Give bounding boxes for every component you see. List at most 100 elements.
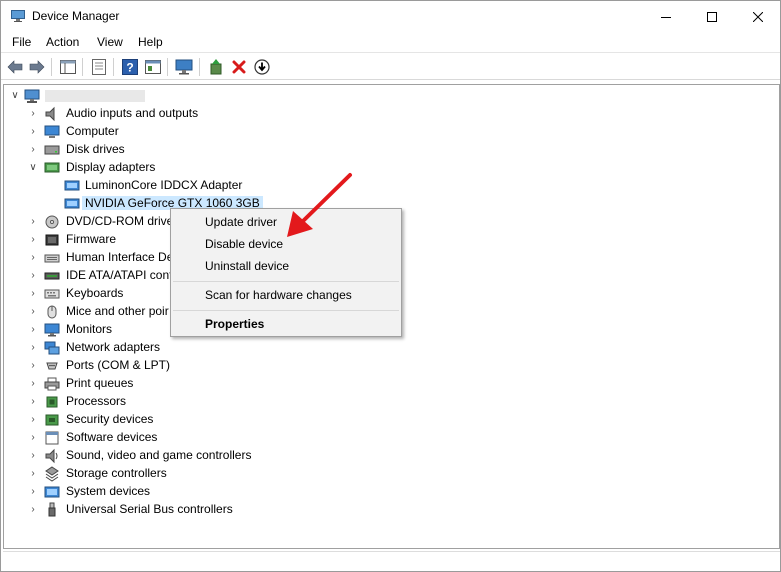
- menu-help[interactable]: Help: [138, 35, 163, 49]
- menu-separator: [173, 310, 399, 311]
- tree-category-system[interactable]: › System devices: [4, 483, 704, 501]
- port-icon: [46, 362, 58, 370]
- display-adapter-icon: [44, 162, 60, 173]
- computer-icon: [44, 125, 60, 138]
- menu-item-update-driver[interactable]: Update driver: [205, 215, 277, 229]
- tree-label: Firmware: [66, 232, 116, 246]
- tree-category-security[interactable]: › Security devices: [4, 411, 704, 429]
- expand-chevron-icon[interactable]: ›: [28, 396, 38, 408]
- back-icon: [7, 60, 23, 74]
- minimize-button[interactable]: [643, 1, 689, 32]
- menu-action[interactable]: Action: [46, 35, 79, 49]
- network-icon: [44, 341, 60, 355]
- show-hide-console-button[interactable]: [58, 57, 78, 77]
- close-button[interactable]: [735, 1, 781, 32]
- speaker-icon: [45, 448, 58, 464]
- expand-chevron-icon[interactable]: ›: [28, 108, 38, 120]
- title-bar: Device Manager: [1, 1, 780, 32]
- expand-chevron-icon[interactable]: ›: [28, 432, 38, 444]
- tree-label: Disk drives: [66, 142, 125, 156]
- expand-chevron-icon[interactable]: ›: [28, 342, 38, 354]
- system-icon: [44, 486, 60, 498]
- update-driver-icon: [210, 59, 222, 75]
- properties-button[interactable]: [89, 57, 109, 77]
- monitor-icon: [44, 323, 60, 337]
- expand-chevron-icon[interactable]: ›: [28, 252, 38, 264]
- menu-item-disable-device[interactable]: Disable device: [205, 237, 283, 251]
- expand-chevron-icon[interactable]: ›: [28, 324, 38, 336]
- update-driver-button[interactable]: [206, 57, 226, 77]
- menu-item-uninstall-device[interactable]: Uninstall device: [205, 259, 289, 273]
- tree-label: Audio inputs and outputs: [66, 106, 199, 120]
- mouse-icon: [47, 305, 57, 319]
- tree-category-print-queues[interactable]: › Print queues: [4, 375, 704, 393]
- maximize-button[interactable]: [689, 1, 735, 32]
- expand-chevron-icon[interactable]: ›: [28, 378, 38, 390]
- console-view-button[interactable]: [143, 57, 163, 77]
- scan-hardware-button[interactable]: [174, 57, 194, 77]
- tree-label: DVD/CD-ROM drive: [66, 214, 174, 228]
- svg-text:?: ?: [126, 61, 133, 75]
- storage-icon: [45, 466, 59, 482]
- tree-label: Sound, video and game controllers: [66, 448, 252, 462]
- menu-file[interactable]: File: [12, 35, 31, 49]
- expand-chevron-icon[interactable]: ›: [28, 288, 38, 300]
- expand-chevron-icon[interactable]: ›: [28, 468, 38, 480]
- uninstall-device-button[interactable]: [229, 57, 249, 77]
- tree-label: Monitors: [66, 322, 113, 336]
- expand-chevron-icon[interactable]: ›: [28, 270, 38, 282]
- speaker-icon: [45, 106, 55, 122]
- device-manager-icon: [11, 10, 25, 22]
- expand-chevron-icon[interactable]: ›: [28, 360, 38, 372]
- close-icon: [753, 11, 763, 22]
- back-button[interactable]: [5, 57, 25, 77]
- tree-label: Processors: [66, 394, 127, 408]
- menu-item-scan-hardware[interactable]: Scan for hardware changes: [205, 288, 352, 302]
- annotation-arrow-icon: [287, 173, 352, 237]
- tree-label: Security devices: [66, 412, 154, 426]
- menu-separator: [173, 281, 399, 282]
- tree-category-usb[interactable]: › Universal Serial Bus controllers: [4, 501, 704, 519]
- expand-chevron-icon[interactable]: ›: [28, 144, 38, 156]
- toolbar-separator: [167, 58, 168, 76]
- expand-chevron-icon[interactable]: ›: [28, 450, 38, 462]
- minimize-icon: [661, 16, 671, 18]
- tree-category-storage[interactable]: › Storage controllers: [4, 465, 704, 483]
- tree-category-sound[interactable]: › Sound, video and game controllers: [4, 447, 704, 465]
- ide-icon: [44, 272, 60, 280]
- root-computer-name-blurred: [45, 90, 145, 102]
- expand-chevron-icon[interactable]: ›: [28, 414, 38, 426]
- tree-category-computer[interactable]: › Computer: [4, 123, 704, 141]
- tree-root[interactable]: ∨: [4, 87, 704, 105]
- tree-category-network[interactable]: › Network adapters: [4, 339, 704, 357]
- collapse-chevron-icon[interactable]: ∨: [28, 162, 38, 174]
- tree-category-software[interactable]: › Software devices: [4, 429, 704, 447]
- tree-category-processors[interactable]: › Processors: [4, 393, 704, 411]
- forward-button[interactable]: [27, 57, 47, 77]
- expand-chevron-icon[interactable]: ›: [28, 216, 38, 228]
- keyboard-icon: [44, 289, 60, 299]
- expand-chevron-icon[interactable]: ›: [28, 126, 38, 138]
- tree-category-audio[interactable]: › Audio inputs and outputs: [4, 105, 704, 123]
- tree-label: System devices: [66, 484, 151, 498]
- collapse-chevron-icon[interactable]: ∨: [10, 90, 20, 102]
- tree-label: Ports (COM & LPT): [66, 358, 171, 372]
- expand-chevron-icon[interactable]: ›: [28, 234, 38, 246]
- status-bar: [3, 551, 780, 571]
- menu-view[interactable]: View: [97, 35, 123, 49]
- dvd-icon: [45, 215, 59, 229]
- menu-item-properties[interactable]: Properties: [205, 317, 264, 331]
- tree-label: Computer: [66, 124, 119, 138]
- enable-device-button[interactable]: [252, 57, 272, 77]
- help-icon: ?: [122, 59, 138, 75]
- expand-chevron-icon[interactable]: ›: [28, 306, 38, 318]
- tree-category-disk-drives[interactable]: › Disk drives: [4, 141, 704, 159]
- tree-category-ports[interactable]: › Ports (COM & LPT): [4, 357, 704, 375]
- toolbar-separator: [199, 58, 200, 76]
- help-button[interactable]: ?: [120, 57, 140, 77]
- processor-icon: [46, 396, 58, 408]
- expand-chevron-icon[interactable]: ›: [28, 486, 38, 498]
- software-icon: [45, 431, 59, 445]
- tree-label: Mice and other poir: [66, 304, 169, 318]
- expand-chevron-icon[interactable]: ›: [28, 504, 38, 516]
